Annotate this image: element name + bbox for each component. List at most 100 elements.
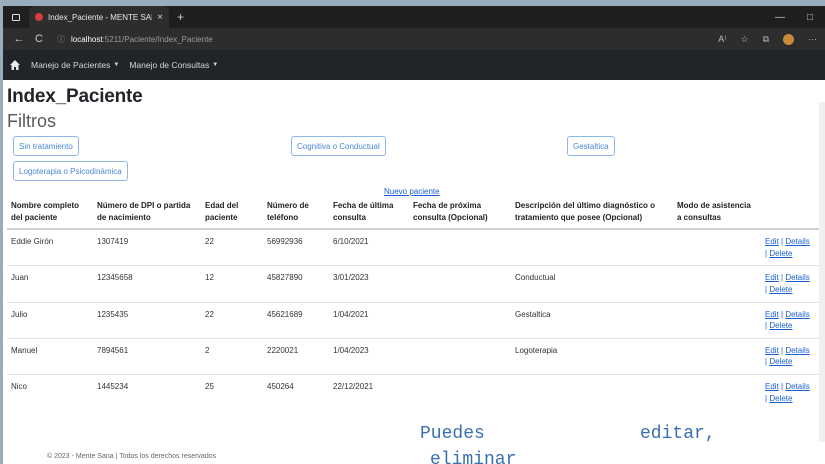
cell-proxima — [409, 265, 511, 303]
delete-link[interactable]: Delete — [769, 357, 792, 366]
cell-nombre: Eddie Girón — [7, 228, 93, 266]
filter-cognitiva-button[interactable]: Cognitiva o Conductual — [291, 136, 386, 156]
menu-manejo-pacientes[interactable]: Manejo de Pacientes ▼ — [31, 60, 119, 70]
profile-avatar[interactable] — [783, 33, 794, 45]
restore-button[interactable]: □ — [795, 12, 825, 23]
address-bar: ← C ⓘ localhost:5211/Paciente/Index_Paci… — [3, 28, 825, 50]
cell-descripcion: Conductual — [511, 265, 673, 303]
screenshot-frame: Index_Paciente - MENTE SANA × + — □ ← C … — [0, 0, 825, 464]
edit-link[interactable]: Edit — [765, 310, 779, 319]
table-row: Manuel 7894561 2 2220021 1/04/2023 Logot… — [7, 337, 825, 375]
cell-dpi: 1307419 — [93, 228, 201, 266]
cell-proxima — [409, 373, 511, 411]
cell-descripcion — [511, 228, 673, 266]
cell-descripcion: Logoterapia — [511, 337, 673, 375]
collections-icon[interactable]: ⧉ — [763, 34, 769, 45]
cell-edad: 22 — [201, 228, 263, 266]
filter-gestaltica-button[interactable]: Gestaltica — [567, 136, 615, 156]
favicon-icon — [35, 13, 43, 21]
edit-link[interactable]: Edit — [765, 346, 779, 355]
cell-dpi: 12345658 — [93, 265, 201, 303]
edit-link[interactable]: Edit — [765, 273, 779, 282]
tab-close-icon[interactable]: × — [157, 12, 163, 23]
filter-buttons: Sin tratamiento Cognitiva o Conductual G… — [7, 136, 821, 196]
cell-proxima — [409, 337, 511, 375]
cell-modo — [673, 265, 761, 303]
browser-tab[interactable]: Index_Paciente - MENTE SANA × — [29, 6, 169, 28]
delete-link[interactable]: Delete — [769, 321, 792, 330]
col-dpi: Número de DPI o partida de nacimiento — [93, 197, 201, 231]
caption-line-2: eliminar — [430, 450, 517, 464]
cell-nombre: Manuel — [7, 337, 93, 375]
cell-telefono: 2220021 — [263, 337, 329, 375]
filter-logoterapia-button[interactable]: Logoterapia o Psicodinámica — [13, 161, 128, 181]
site-info-icon[interactable]: ⓘ — [57, 34, 65, 45]
back-icon[interactable]: ← — [9, 33, 29, 45]
cell-ultima: 1/04/2021 — [329, 301, 409, 339]
cell-modo — [673, 337, 761, 375]
row-actions: Edit | Details | Delete — [761, 373, 825, 411]
edit-link[interactable]: Edit — [765, 382, 779, 391]
main-content: Index_Paciente Filtros Sin tratamiento C… — [3, 86, 825, 411]
caption-word-puedes: Puedes — [420, 424, 485, 444]
cell-ultima: 3/01/2023 — [329, 265, 409, 303]
scrollbar[interactable] — [819, 102, 825, 442]
col-modo: Modo de asistencia a consultas — [673, 197, 761, 231]
favorites-icon[interactable]: ☆ — [740, 34, 748, 45]
window-menu-icon[interactable] — [3, 13, 29, 21]
cell-proxima — [409, 301, 511, 339]
read-aloud-icon[interactable]: A⁾ — [718, 34, 726, 45]
details-link[interactable]: Details — [785, 310, 809, 319]
row-actions: Edit | Details | Delete — [761, 337, 825, 375]
col-actions — [761, 197, 825, 231]
tab-bar: Index_Paciente - MENTE SANA × + — □ — [3, 6, 825, 28]
delete-link[interactable]: Delete — [769, 285, 792, 294]
new-tab-button[interactable]: + — [177, 10, 184, 24]
cell-edad: 22 — [201, 301, 263, 339]
cell-nombre: Juan — [7, 265, 93, 303]
delete-link[interactable]: Delete — [769, 394, 792, 403]
cell-nombre: Julio — [7, 301, 93, 339]
cell-telefono: 45621689 — [263, 301, 329, 339]
filter-sin-tratamiento-button[interactable]: Sin tratamiento — [13, 136, 79, 156]
url-host: localhost — [71, 34, 103, 44]
delete-link[interactable]: Delete — [769, 249, 792, 258]
page-footer: © 2023 - Mente Sana | Todos los derechos… — [47, 453, 217, 460]
table-header-row: Nombre completo del paciente Número de D… — [7, 197, 825, 231]
cell-telefono: 450264 — [263, 373, 329, 411]
browser-window: Index_Paciente - MENTE SANA × + — □ ← C … — [3, 6, 825, 464]
cell-ultima: 22/12/2021 — [329, 373, 409, 411]
more-menu-icon[interactable]: ··· — [808, 34, 817, 45]
url-field[interactable]: ⓘ localhost:5211/Paciente/Index_Paciente — [57, 31, 718, 47]
minimize-button[interactable]: — — [765, 12, 795, 23]
cell-dpi: 1445234 — [93, 373, 201, 411]
reload-icon[interactable]: C — [29, 33, 49, 45]
details-link[interactable]: Details — [785, 346, 809, 355]
col-proxima: Fecha de próxima consulta (Opcional) — [409, 197, 511, 231]
details-link[interactable]: Details — [785, 382, 809, 391]
cell-edad: 12 — [201, 265, 263, 303]
cell-nombre: Nico — [7, 373, 93, 411]
col-telefono: Número de teléfono — [263, 197, 329, 231]
cell-descripcion — [511, 373, 673, 411]
menu-manejo-consultas[interactable]: Manejo de Consultas ▼ — [129, 60, 218, 70]
home-icon[interactable] — [9, 59, 21, 71]
cell-edad: 2 — [201, 337, 263, 375]
table-row: Julio 1235435 22 45621689 1/04/2021 Gest… — [7, 301, 825, 339]
cell-modo — [673, 373, 761, 411]
table-row: Eddie Girón 1307419 22 56992936 6/10/202… — [7, 228, 825, 266]
cell-descripcion: Gestaltica — [511, 301, 673, 339]
new-patient-link[interactable]: Nuevo paciente — [384, 187, 440, 196]
tab-title: Index_Paciente - MENTE SANA — [48, 12, 153, 22]
details-link[interactable]: Details — [785, 273, 809, 282]
row-actions: Edit | Details | Delete — [761, 265, 825, 303]
patients-table: Nombre completo del paciente Número de D… — [7, 197, 825, 411]
page-title: Index_Paciente — [7, 86, 143, 107]
edit-link[interactable]: Edit — [765, 237, 779, 246]
menu-manejo-pacientes-label: Manejo de Pacientes — [31, 60, 111, 70]
caret-down-icon: ▼ — [113, 62, 120, 68]
caption-word-editar: editar, — [640, 424, 716, 444]
details-link[interactable]: Details — [785, 237, 809, 246]
menu-manejo-consultas-label: Manejo de Consultas — [129, 60, 210, 70]
row-actions: Edit | Details | Delete — [761, 228, 825, 266]
